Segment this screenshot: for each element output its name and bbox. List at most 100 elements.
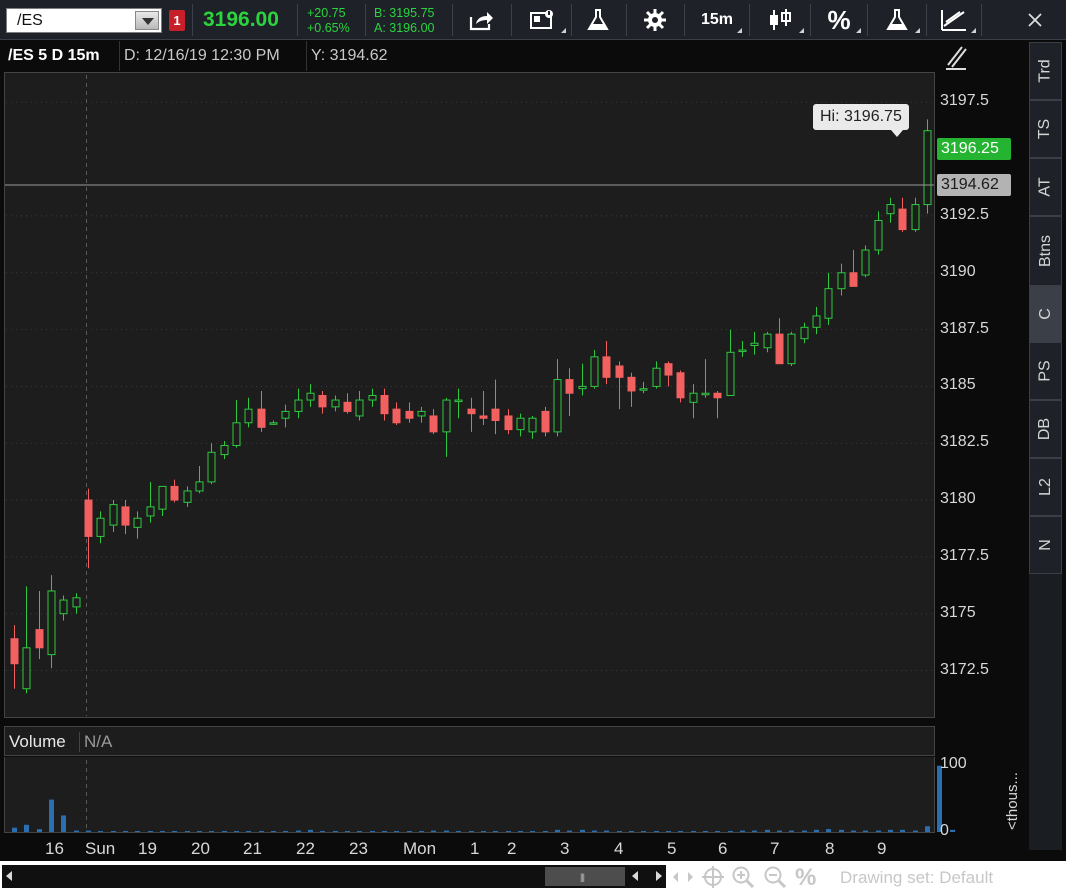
time-axis-label: 22 (296, 839, 315, 858)
toolbar-divider (981, 4, 982, 36)
alert-badge[interactable]: 1 (169, 10, 185, 31)
zoom-in-icon[interactable] (732, 866, 756, 888)
percent-scale-icon[interactable]: % (795, 864, 816, 892)
chart-symbol-label: /ES 5 D 15m (8, 47, 100, 64)
net-change: +20.75 +0.65% (307, 6, 350, 36)
time-axis-label: 8 (825, 839, 835, 858)
settings-gear-icon (644, 9, 666, 31)
horizontal-scrollbar[interactable]: ||| (2, 865, 666, 888)
side-tab-at[interactable]: AT (1029, 158, 1062, 216)
symbol-selector[interactable]: /ES (6, 8, 162, 33)
time-axis-label: 20 (191, 839, 210, 858)
time-axis-label: 9 (877, 839, 887, 858)
toolbar-divider (192, 4, 193, 36)
price-axis-label: 3197.5 (940, 92, 989, 110)
toolbar-divider (511, 4, 512, 36)
scroll-right-arrow-icon[interactable] (656, 871, 662, 881)
drawing-set-selector[interactable]: Drawing set: Default (840, 868, 993, 888)
time-axis-label: 7 (770, 839, 780, 858)
percent-button[interactable]: % (815, 4, 863, 36)
dropdown-arrow-icon (915, 28, 920, 33)
price-axis-label: 3172.5 (940, 660, 989, 678)
scroll-left-step-icon[interactable] (632, 871, 638, 881)
net-change-value: +20.75 (307, 6, 346, 20)
volume-axis-bottom: 0 (940, 822, 949, 839)
dropdown-arrow-icon (799, 28, 804, 33)
price-axis-label: 3192.5 (940, 205, 989, 223)
time-axis-label: 1 (470, 839, 480, 858)
volume-header: Volume N/A (4, 726, 935, 756)
axis-drawing-icon[interactable] (944, 45, 968, 71)
studies-button[interactable] (576, 4, 620, 36)
price-axis-label: 3177.5 (940, 546, 989, 564)
volume-axis-top: 100 (940, 755, 967, 772)
studies-flask-icon (587, 9, 609, 30)
toolbar-divider (297, 4, 298, 36)
toolbar-divider (926, 4, 927, 36)
price-axis-label: 3182.5 (940, 433, 989, 451)
percent-icon: % (827, 4, 851, 35)
price-pane[interactable] (4, 72, 935, 718)
volume-bar (950, 829, 955, 832)
share-button[interactable] (458, 4, 506, 36)
timeframe-button[interactable]: 15m (690, 4, 744, 36)
toolbar-divider (684, 4, 685, 36)
crosshair-y-value: Y: 3194.62 (306, 41, 388, 71)
price-axis-label: 3187.5 (940, 319, 989, 337)
strategies-button[interactable] (872, 4, 922, 36)
scroll-left-arrow-icon[interactable] (6, 871, 12, 881)
last-price-badge: 3196.25 (937, 138, 1011, 160)
price-axis-label: 3175 (940, 603, 976, 621)
side-tab-label: Btns (1036, 234, 1054, 268)
toolbar-divider (571, 4, 572, 36)
time-axis-label: 5 (667, 839, 677, 858)
time-axis-label: 16 (45, 839, 64, 858)
side-tab-l2[interactable]: L2 (1029, 458, 1062, 516)
price-axis-label: 3190 (940, 262, 976, 280)
scrollbar-thumb[interactable]: ||| (545, 867, 625, 886)
volume-pane[interactable] (4, 757, 935, 833)
volume-study-label[interactable]: Volume (9, 732, 66, 752)
side-tab-ps[interactable]: PS (1029, 342, 1062, 400)
side-tab-n[interactable]: N (1029, 516, 1062, 574)
side-tab-trd[interactable]: Trd (1029, 42, 1062, 100)
time-axis-label: 4 (614, 839, 624, 858)
settings-button[interactable] (632, 4, 678, 36)
pan-arrows-icon[interactable] (672, 866, 694, 888)
bid-ask: B: 3195.75 A: 3196.00 (374, 6, 434, 36)
chart-toolbar: /ES 1 3196.00 +20.75 +0.65% B: 3195.75 A… (0, 0, 1066, 40)
side-tab-btns[interactable]: Btns (1029, 216, 1062, 286)
message-button[interactable] (516, 4, 568, 36)
crosshair-price-badge: 3194.62 (937, 174, 1011, 196)
candlestick-icon (770, 9, 791, 30)
dropdown-arrow-icon (856, 28, 861, 33)
side-tab-label: DB (1036, 417, 1054, 441)
symbol-selector-value: /ES (17, 12, 43, 29)
price-axis-label: 3180 (940, 490, 976, 508)
volume-value-label: N/A (79, 732, 112, 752)
chart-style-button[interactable] (754, 4, 806, 36)
crosshair-target-icon[interactable] (702, 866, 724, 888)
side-tab-c[interactable]: C (1029, 286, 1062, 342)
zoom-out-icon[interactable] (764, 866, 788, 888)
side-tab-label: AT (1036, 177, 1054, 197)
close-button[interactable] (1018, 4, 1052, 36)
high-price-bubble: Hi: 3196.75 (813, 104, 909, 137)
grip-icon: ||| (580, 872, 585, 882)
side-tab-label: L2 (1036, 478, 1054, 496)
side-tab-label: C (1036, 308, 1054, 320)
symbol-dropdown-button[interactable] (135, 11, 159, 30)
side-tab-db[interactable]: DB (1029, 400, 1062, 458)
time-axis-label: Mon (403, 839, 437, 858)
dropdown-arrow-icon (737, 28, 742, 33)
toolbar-divider (749, 4, 750, 36)
message-icon (530, 10, 553, 29)
side-tab-label: PS (1036, 360, 1054, 382)
chart-header: /ES 5 D 15m D: 12/16/19 12:30 PM Y: 3194… (4, 41, 934, 71)
net-change-percent: +0.65% (307, 21, 350, 35)
drawings-button[interactable] (930, 4, 978, 36)
toolbar-divider (452, 4, 453, 36)
toolbar-divider (626, 4, 627, 36)
time-axis-label: 6 (718, 839, 728, 858)
side-tab-ts[interactable]: TS (1029, 100, 1062, 158)
